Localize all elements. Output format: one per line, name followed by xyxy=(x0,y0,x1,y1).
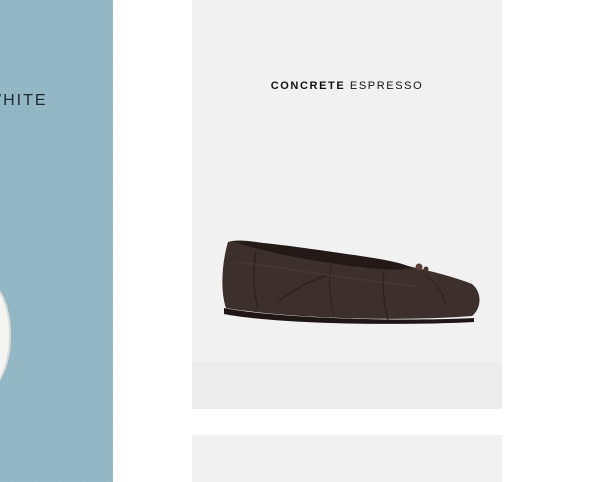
product-name: CONCRETE xyxy=(270,80,346,92)
product-card-title: WHITE xyxy=(0,92,48,110)
product-card-next[interactable] xyxy=(192,435,502,482)
product-name-white: WHITE xyxy=(0,92,48,109)
product-card-white[interactable]: WHITE xyxy=(0,0,113,482)
product-color-name: ESPRESSO xyxy=(349,80,424,92)
product-card-title: CONCRETE ESPRESSO xyxy=(192,80,502,92)
espresso-ballet-flat-image xyxy=(222,240,480,324)
card-footer-area xyxy=(192,362,502,409)
white-ballet-flat-image xyxy=(0,290,12,381)
product-carousel-page: WHITE CONCRETE ESPRESSO xyxy=(0,0,600,482)
product-card-concrete-espresso[interactable]: CONCRETE ESPRESSO xyxy=(192,0,502,409)
